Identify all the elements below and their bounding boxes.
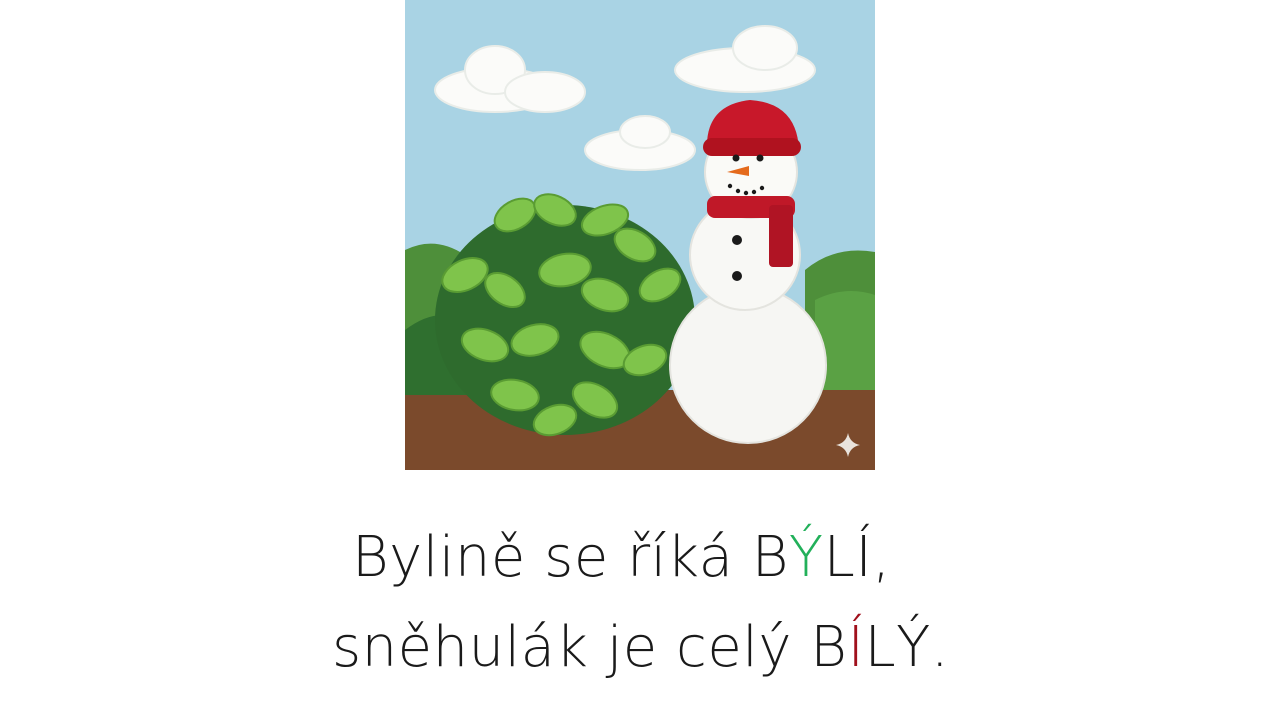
illustration-snowman-mint [405,0,875,470]
caption-line-1-highlight: Ý [788,525,824,590]
caption-line-1-end: LÍ, [823,525,891,590]
caption-line-1: Bylině se říká BÝLÍ, [352,530,891,586]
caption-line-2-end: LÝ. [864,615,950,680]
caption-line-2-highlight: Í [847,615,865,680]
caption-line-2-start: sněhulák je celý B [332,615,848,680]
caption-line-1-start: Bylině se říká B [352,525,789,590]
illustration-svg [405,0,875,470]
caption-line-2: sněhulák je celý BÍLÝ. [332,620,949,676]
